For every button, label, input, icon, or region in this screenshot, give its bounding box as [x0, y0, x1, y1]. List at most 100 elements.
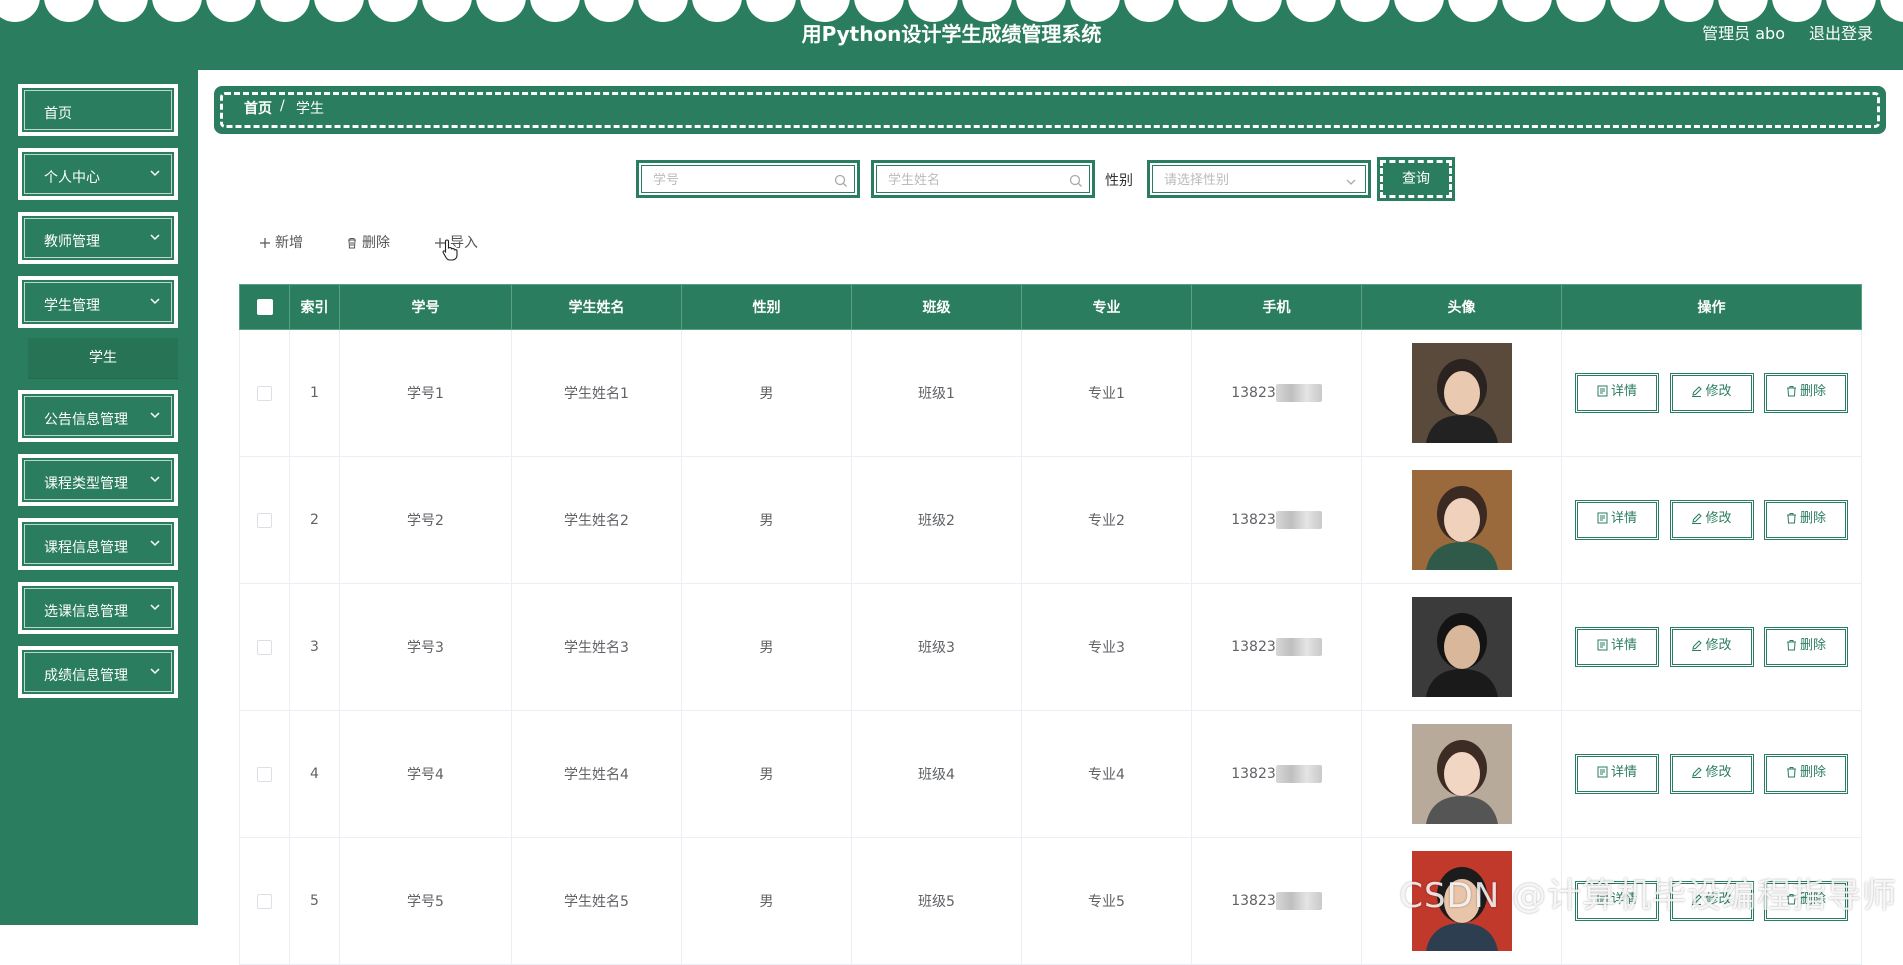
trash-icon	[1786, 513, 1796, 524]
class-cell: 班级3	[851, 583, 1022, 711]
phone-cell: 13823	[1191, 710, 1362, 838]
column-header: 性别	[681, 284, 852, 330]
document-icon	[1597, 766, 1608, 778]
delete-button-label: 删除	[1799, 384, 1826, 399]
document-icon	[1597, 639, 1608, 651]
breadcrumb-home[interactable]: 首页	[244, 98, 272, 118]
gender-select[interactable]	[1147, 160, 1371, 198]
student-name-cell: 学生姓名2	[511, 456, 682, 584]
detail-button[interactable]: 详情	[1575, 754, 1660, 794]
sidebar-item-label: 学生管理	[44, 298, 100, 314]
delete-button[interactable]: 删除	[346, 232, 390, 252]
chevron-down-icon	[150, 234, 160, 241]
chevron-down-icon	[150, 604, 160, 611]
table-header-row: 索引 学号 学生姓名 性别 班级 专业 手机 头像 操作	[239, 284, 1862, 330]
edit-button[interactable]: 修改	[1669, 754, 1754, 794]
chevron-down-icon	[150, 170, 160, 177]
delete-row-button[interactable]: 删除	[1763, 627, 1848, 667]
avatar-cell	[1361, 329, 1562, 457]
sidebar-item-label: 选课信息管理	[44, 604, 128, 620]
breadcrumb-current: 学生	[296, 101, 324, 117]
class-cell: 班级4	[851, 710, 1022, 838]
gender-select-input[interactable]	[1162, 172, 1336, 189]
row-checkbox[interactable]	[257, 385, 272, 401]
select-all-header[interactable]	[239, 284, 290, 330]
row-checkbox[interactable]	[257, 512, 272, 528]
phone-blurred-part	[1275, 384, 1322, 402]
sidebar-item-teacher-management[interactable]: 教师管理	[18, 212, 178, 264]
pencil-icon	[1692, 513, 1703, 524]
major-cell: 专业5	[1021, 837, 1192, 965]
sidebar: 首页 个人中心 教师管理 学生管理 学生 公告信息管理 课程类型管理 课程信息管…	[0, 70, 198, 925]
sidebar-item-personal-center[interactable]: 个人中心	[18, 148, 178, 200]
add-button[interactable]: 新增	[259, 232, 303, 252]
avatar	[1411, 597, 1512, 697]
actions-cell: 详情 修改 删除	[1561, 710, 1862, 838]
logout-link[interactable]: 退出登录	[1809, 20, 1873, 44]
sidebar-item-grade-management[interactable]: 成绩信息管理	[18, 646, 178, 698]
avatar-cell	[1361, 710, 1562, 838]
edit-button-label: 修改	[1705, 765, 1732, 780]
delete-row-button[interactable]: 删除	[1763, 754, 1848, 794]
sidebar-item-student-management[interactable]: 学生管理	[18, 276, 178, 328]
student-no-input[interactable]	[651, 172, 825, 189]
gender-cell: 男	[681, 456, 852, 584]
phone-visible: 13823	[1231, 766, 1276, 782]
student-name-cell: 学生姓名4	[511, 710, 682, 838]
sidebar-item-course-info-management[interactable]: 课程信息管理	[18, 518, 178, 570]
student-no-cell: 学号2	[339, 456, 512, 584]
row-checkbox[interactable]	[257, 766, 272, 782]
student-no-cell: 学号3	[339, 583, 512, 711]
query-button[interactable]: 查询	[1377, 157, 1455, 201]
row-checkbox[interactable]	[257, 639, 272, 655]
delete-row-button[interactable]: 删除	[1763, 500, 1848, 540]
phone-cell: 13823	[1191, 583, 1362, 711]
watermark: CSDN @计算机毕设编程指导师	[1399, 876, 1897, 916]
select-all-checkbox[interactable]	[256, 299, 273, 315]
sidebar-item-course-selection-management[interactable]: 选课信息管理	[18, 582, 178, 634]
delete-button-label: 删除	[1799, 765, 1826, 780]
trash-icon	[348, 238, 356, 249]
detail-button[interactable]: 详情	[1575, 627, 1660, 667]
phone-visible: 13823	[1231, 893, 1276, 909]
actions-cell: 详情 修改 删除	[1561, 456, 1862, 584]
app-title: 用Python设计学生成绩管理系统	[801, 22, 1102, 46]
row-select-cell[interactable]	[239, 710, 290, 838]
detail-button[interactable]: 详情	[1575, 500, 1660, 540]
student-name-cell: 学生姓名5	[511, 837, 682, 965]
avatar	[1411, 470, 1512, 570]
pencil-icon	[1692, 640, 1703, 651]
sidebar-subitem-student[interactable]: 学生	[28, 338, 178, 378]
search-icon	[834, 174, 847, 187]
index-cell: 1	[289, 329, 340, 457]
sidebar-item-home[interactable]: 首页	[18, 84, 178, 136]
column-header: 索引	[289, 284, 340, 330]
row-select-cell[interactable]	[239, 329, 290, 457]
student-name-search-box	[871, 160, 1095, 198]
gender-label: 性别	[1105, 173, 1133, 189]
sidebar-item-course-type-management[interactable]: 课程类型管理	[18, 454, 178, 506]
major-cell: 专业3	[1021, 583, 1192, 711]
phone-cell: 13823	[1191, 837, 1362, 965]
student-name-input[interactable]	[886, 172, 1060, 189]
hand-cursor-icon	[442, 239, 458, 261]
sidebar-item-label: 课程类型管理	[44, 476, 128, 492]
column-header: 学号	[339, 284, 512, 330]
row-checkbox[interactable]	[257, 893, 272, 909]
edit-button[interactable]: 修改	[1669, 627, 1754, 667]
gender-cell: 男	[681, 329, 852, 457]
edit-button[interactable]: 修改	[1669, 373, 1754, 413]
column-header: 头像	[1361, 284, 1562, 330]
detail-button[interactable]: 详情	[1575, 373, 1660, 413]
plus-icon	[260, 238, 270, 248]
edit-button[interactable]: 修改	[1669, 500, 1754, 540]
delete-button-label: 删除	[1799, 511, 1826, 526]
row-select-cell[interactable]	[239, 456, 290, 584]
row-select-cell[interactable]	[239, 583, 290, 711]
row-select-cell[interactable]	[239, 837, 290, 965]
sidebar-item-notice-management[interactable]: 公告信息管理	[18, 390, 178, 442]
class-cell: 班级5	[851, 837, 1022, 965]
delete-row-button[interactable]: 删除	[1763, 373, 1848, 413]
sidebar-item-label: 公告信息管理	[44, 412, 128, 428]
gender-cell: 男	[681, 710, 852, 838]
